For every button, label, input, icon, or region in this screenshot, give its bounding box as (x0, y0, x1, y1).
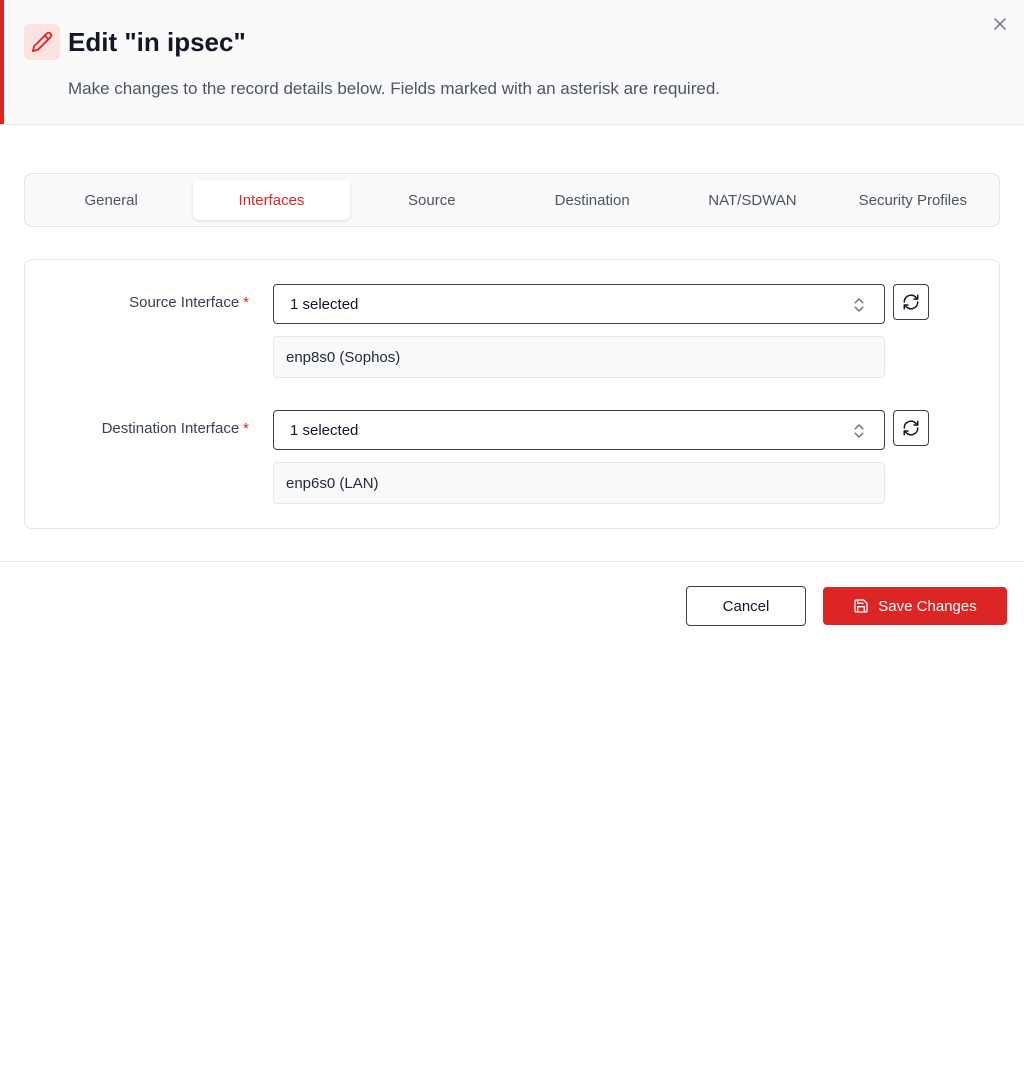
dialog-title: Edit "in ipsec" (68, 27, 246, 57)
save-changes-label: Save Changes (878, 597, 977, 615)
source-interface-select-value: 1 selected (290, 295, 359, 313)
required-asterisk: * (243, 294, 249, 311)
tab-source[interactable]: Source (354, 180, 510, 220)
dialog-subtitle: Make changes to the record details below… (68, 79, 720, 98)
dialog-footer: Cancel Save Changes (0, 561, 1024, 645)
destination-interface-label-text: Destination Interface (101, 420, 240, 437)
destination-interface-refresh-button[interactable] (893, 410, 929, 446)
cancel-button[interactable]: Cancel (686, 586, 806, 626)
tab-bar: General Interfaces Source Destination NA… (24, 173, 1000, 227)
chevron-up-down-icon (854, 424, 864, 438)
destination-interface-select-value: 1 selected (290, 421, 359, 439)
save-icon (853, 598, 869, 614)
tab-nat-sdwan[interactable]: NAT/SDWAN (674, 180, 830, 220)
close-icon[interactable] (988, 12, 1012, 36)
source-interface-selected-item: enp8s0 (Sophos) (273, 336, 885, 378)
source-interface-label: Source Interface * (25, 293, 249, 313)
destination-interface-label: Destination Interface * (25, 419, 249, 439)
source-interface-refresh-button[interactable] (893, 284, 929, 320)
tab-general[interactable]: General (33, 180, 189, 220)
chevron-up-down-icon (854, 298, 864, 312)
tab-destination[interactable]: Destination (514, 180, 670, 220)
pencil-icon (24, 24, 60, 60)
refresh-icon (903, 420, 919, 436)
dialog-header: Edit "in ipsec" Make changes to the reco… (0, 0, 1024, 125)
required-asterisk: * (243, 420, 249, 437)
tab-interfaces[interactable]: Interfaces (193, 180, 350, 220)
interfaces-form-card: Source Interface * 1 selected enp8s0 (Sop… (24, 259, 1000, 529)
destination-interface-selected-item: enp6s0 (LAN) (273, 462, 885, 504)
save-changes-button[interactable]: Save Changes (823, 587, 1007, 625)
accent-bar (0, 0, 4, 124)
source-interface-label-text: Source Interface (129, 294, 240, 311)
destination-interface-select[interactable]: 1 selected (273, 410, 885, 450)
tab-security-profiles[interactable]: Security Profiles (835, 180, 991, 220)
source-interface-select[interactable]: 1 selected (273, 284, 885, 324)
refresh-icon (903, 294, 919, 310)
edit-dialog: Edit "in ipsec" Make changes to the reco… (0, 0, 1024, 645)
